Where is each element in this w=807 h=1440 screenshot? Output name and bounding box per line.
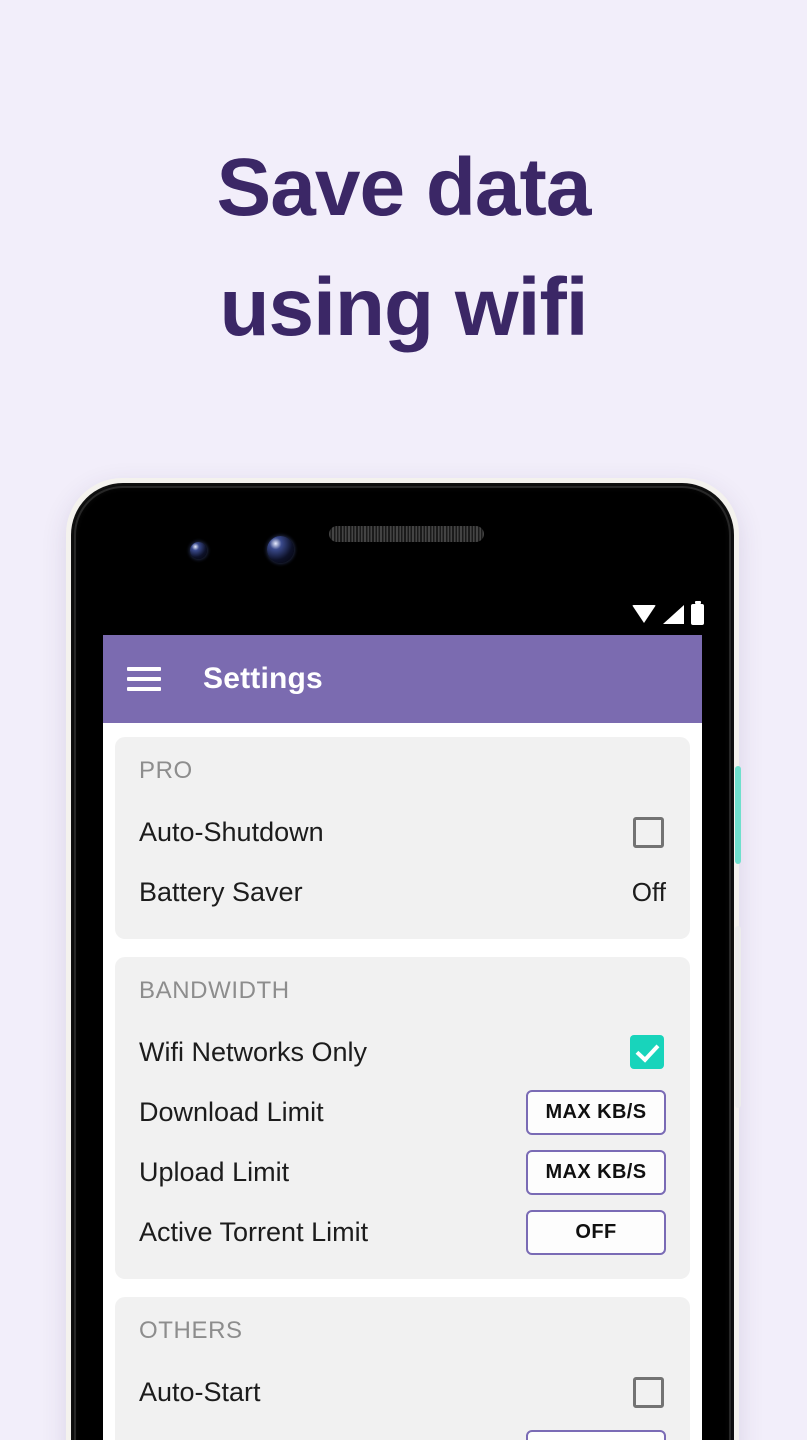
page-title: Settings: [203, 662, 323, 695]
settings-section-others: OTHERS Auto-Start Default Download Folde…: [115, 1297, 690, 1440]
hamburger-bar: [127, 677, 161, 681]
settings-list: PRO Auto-Shutdown Battery Saver Off BAND…: [103, 723, 702, 1440]
headline-line-1: Save data: [216, 142, 592, 233]
promo-headline: Save data using wifi: [0, 128, 807, 367]
battery-icon: [691, 600, 704, 625]
change-download-folder-button[interactable]: CHANGE: [526, 1429, 666, 1440]
battery-saver-value: Off: [631, 876, 666, 907]
headline-line-2: using wifi: [219, 261, 588, 353]
setting-label: Battery Saver: [139, 876, 303, 907]
auto-shutdown-checkbox[interactable]: [633, 816, 664, 848]
setting-row-upload-limit[interactable]: Upload Limit MAX KB/S: [139, 1147, 666, 1197]
section-header: PRO: [139, 757, 193, 784]
wifi-icon: [632, 605, 656, 623]
setting-label: Wifi Networks Only: [139, 1036, 368, 1067]
hamburger-bar: [127, 687, 161, 691]
setting-label: Auto-Start: [139, 1376, 261, 1407]
status-bar: [71, 593, 734, 635]
section-header: BANDWIDTH: [139, 977, 290, 1004]
setting-row-auto-shutdown[interactable]: Auto-Shutdown: [139, 807, 666, 857]
setting-row-active-torrent-limit[interactable]: Active Torrent Limit OFF: [139, 1207, 666, 1257]
section-header: OTHERS: [139, 1317, 243, 1344]
front-camera-secondary-icon: [190, 542, 207, 559]
download-limit-button[interactable]: MAX KB/S: [526, 1089, 666, 1135]
phone-mockup: Settings PRO Auto-Shutdown Battery Saver…: [66, 478, 741, 1440]
setting-row-download-limit[interactable]: Download Limit MAX KB/S: [139, 1087, 666, 1137]
hamburger-bar: [127, 667, 161, 671]
front-camera-primary-icon: [267, 536, 294, 563]
setting-row-default-download-folder[interactable]: Default Download Folder CHANGE: [139, 1427, 666, 1440]
upload-limit-button[interactable]: MAX KB/S: [526, 1149, 666, 1195]
setting-label: Auto-Shutdown: [139, 816, 324, 847]
setting-row-wifi-networks-only[interactable]: Wifi Networks Only: [139, 1027, 666, 1077]
setting-row-auto-start[interactable]: Auto-Start: [139, 1367, 666, 1417]
settings-section-bandwidth: BANDWIDTH Wifi Networks Only Download Li…: [115, 957, 690, 1279]
hamburger-menu-icon[interactable]: [127, 667, 161, 691]
app-bar: Settings: [103, 635, 702, 723]
wifi-networks-only-checkbox[interactable]: [630, 1035, 664, 1069]
phone-frame: Settings PRO Auto-Shutdown Battery Saver…: [71, 483, 734, 1440]
setting-label: Upload Limit: [139, 1156, 290, 1187]
earpiece-speaker-grille: [329, 526, 484, 542]
phone-screen: Settings PRO Auto-Shutdown Battery Saver…: [103, 635, 702, 1440]
setting-label: Download Limit: [139, 1096, 324, 1127]
volume-rocker-button[interactable]: [735, 926, 741, 1108]
setting-row-battery-saver[interactable]: Battery Saver Off: [139, 867, 666, 917]
auto-start-checkbox[interactable]: [633, 1376, 664, 1408]
active-torrent-limit-button[interactable]: OFF: [526, 1209, 666, 1255]
power-button[interactable]: [735, 766, 741, 864]
signal-icon: [663, 604, 684, 624]
setting-label: Default Download Folder: [139, 1437, 436, 1440]
settings-section-pro: PRO Auto-Shutdown Battery Saver Off: [115, 737, 690, 939]
setting-label: Active Torrent Limit: [139, 1216, 369, 1247]
